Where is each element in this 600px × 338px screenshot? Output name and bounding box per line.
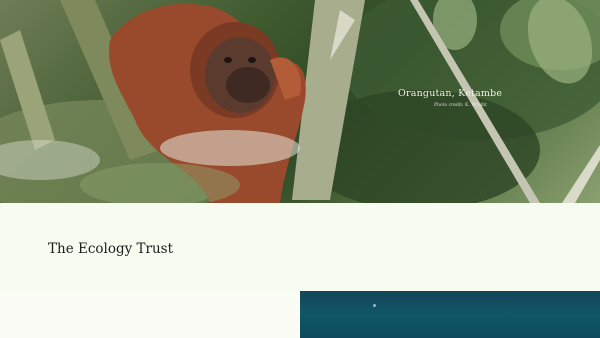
intro-section: The Ecology Trust: [0, 203, 600, 293]
hero-image: Orangutan, Ketambe Photo credit: K. Wrig…: [0, 0, 600, 203]
caption-title: Orangutan, Ketambe: [398, 88, 503, 99]
photo-caption: Orangutan, Ketambe Photo credit: K. Wrig…: [398, 88, 508, 108]
content-panel-left: [0, 293, 300, 338]
water-image: [300, 291, 600, 338]
caption-credit: Photo credit: K. Wright: [434, 103, 487, 108]
hero-photo: [0, 0, 600, 203]
water-speck: [373, 304, 376, 307]
brand-name[interactable]: The Ecology Trust: [48, 241, 173, 257]
